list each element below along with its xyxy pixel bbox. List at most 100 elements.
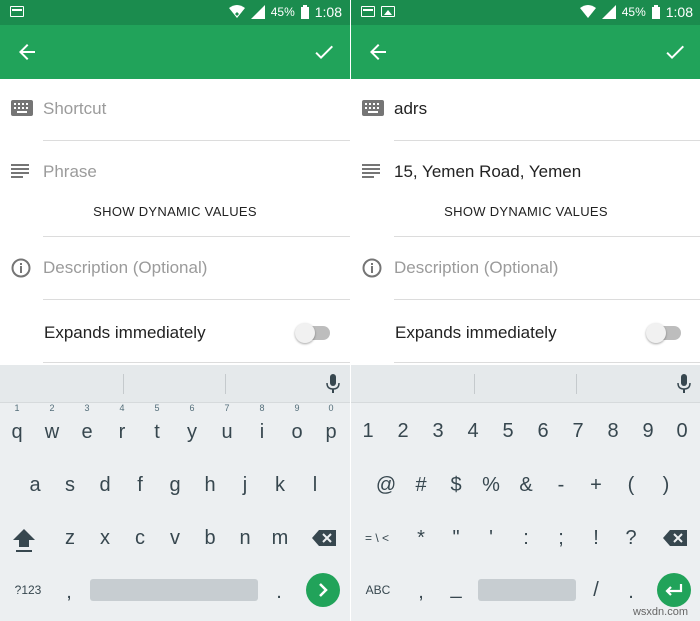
key-percent[interactable]: % <box>474 470 508 500</box>
key-p[interactable]: 0p <box>314 403 348 447</box>
spacebar[interactable] <box>478 579 576 601</box>
key-s[interactable]: s <box>53 470 87 500</box>
key-exclamation[interactable]: ! <box>579 523 613 553</box>
key-semicolon[interactable]: ; <box>544 523 578 553</box>
key-period[interactable]: . <box>262 577 296 607</box>
divider-row <box>0 236 350 237</box>
key-y[interactable]: 6y <box>175 403 209 447</box>
key-e[interactable]: 3e <box>70 403 104 447</box>
key-0[interactable]: 0 <box>665 416 699 446</box>
show-dynamic-values-button[interactable]: SHOW DYNAMIC VALUES <box>0 204 350 219</box>
key-comma[interactable]: , <box>404 577 438 607</box>
key-7[interactable]: 7 <box>561 416 595 446</box>
shortcut-field[interactable]: adrs <box>351 92 700 141</box>
key-comma[interactable]: , <box>52 577 86 607</box>
key-9[interactable]: 9 <box>631 416 665 446</box>
shortcut-field[interactable]: Shortcut <box>0 92 350 141</box>
key-f[interactable]: f <box>123 470 157 500</box>
key-8[interactable]: 8 <box>596 416 630 446</box>
toggle-thumb <box>646 323 666 343</box>
spacebar[interactable] <box>90 579 258 601</box>
keyboard: 1 2 3 4 5 6 7 8 9 0 @ # $ % & - + ( ) = … <box>351 365 700 621</box>
key-6[interactable]: 6 <box>526 416 560 446</box>
suggestion-separator <box>225 374 226 394</box>
key-x[interactable]: x <box>88 523 122 553</box>
expands-toggle[interactable] <box>646 323 681 343</box>
battery-percentage: 45% <box>270 5 295 19</box>
key-underscore[interactable]: _ <box>439 573 473 603</box>
key-3[interactable]: 3 <box>421 416 455 446</box>
key-h[interactable]: h <box>193 470 227 500</box>
shift-icon[interactable] <box>12 527 36 553</box>
key-close-paren[interactable]: ) <box>649 470 683 500</box>
divider <box>394 362 700 363</box>
key-ampersand[interactable]: & <box>509 470 543 500</box>
back-arrow-icon[interactable] <box>15 40 39 64</box>
alphabet-switch-key[interactable]: ABC <box>358 575 398 605</box>
key-k[interactable]: k <box>263 470 297 500</box>
key-open-paren[interactable]: ( <box>614 470 648 500</box>
back-arrow-icon[interactable] <box>366 40 390 64</box>
key-minus[interactable]: - <box>544 470 578 500</box>
backspace-icon[interactable] <box>663 530 687 546</box>
key-5[interactable]: 5 <box>491 416 525 446</box>
symbols-switch-key[interactable]: ?123 <box>8 575 48 605</box>
description-field[interactable]: Description (Optional) <box>0 252 350 300</box>
key-c[interactable]: c <box>123 523 157 553</box>
key-question[interactable]: ? <box>614 523 648 553</box>
key-b[interactable]: b <box>193 523 227 553</box>
show-dynamic-values-button[interactable]: SHOW DYNAMIC VALUES <box>351 204 700 219</box>
key-a[interactable]: a <box>18 470 52 500</box>
key-slash[interactable]: / <box>579 575 613 605</box>
key-l[interactable]: l <box>298 470 332 500</box>
key-at[interactable]: @ <box>369 470 403 500</box>
key-asterisk[interactable]: * <box>404 523 438 553</box>
key-n[interactable]: n <box>228 523 262 553</box>
key-z[interactable]: z <box>53 523 87 553</box>
save-check-icon[interactable] <box>663 40 687 64</box>
toolbar <box>351 25 700 79</box>
text-lines-icon <box>362 164 380 178</box>
more-symbols-key[interactable]: = \ < <box>357 523 397 553</box>
microphone-icon[interactable] <box>677 374 691 394</box>
enter-button[interactable] <box>657 573 691 607</box>
key-double-quote[interactable]: " <box>439 523 473 553</box>
divider <box>394 140 700 141</box>
backspace-icon[interactable] <box>312 530 336 546</box>
info-icon <box>11 258 31 278</box>
key-v[interactable]: v <box>158 523 192 553</box>
key-colon[interactable]: : <box>509 523 543 553</box>
key-period[interactable]: . <box>614 577 648 607</box>
key-i[interactable]: 8i <box>245 403 279 447</box>
suggestion-separator <box>576 374 577 394</box>
key-q[interactable]: 1q <box>0 403 34 447</box>
key-1[interactable]: 1 <box>351 416 385 446</box>
microphone-icon[interactable] <box>326 374 340 394</box>
text-lines-icon <box>11 164 29 178</box>
battery-icon <box>300 5 309 19</box>
key-plus[interactable]: + <box>579 470 613 500</box>
key-m[interactable]: m <box>263 523 297 553</box>
key-single-quote[interactable]: ' <box>474 523 508 553</box>
battery-percentage: 45% <box>621 5 646 19</box>
key-hash[interactable]: # <box>404 470 438 500</box>
key-t[interactable]: 5t <box>140 403 174 447</box>
key-o[interactable]: 9o <box>280 403 314 447</box>
key-2[interactable]: 2 <box>386 416 420 446</box>
key-dollar[interactable]: $ <box>439 470 473 500</box>
suggestion-separator <box>123 374 124 394</box>
next-button[interactable] <box>306 573 340 607</box>
key-w[interactable]: 2w <box>35 403 69 447</box>
key-r[interactable]: 4r <box>105 403 139 447</box>
key-g[interactable]: g <box>158 470 192 500</box>
key-u[interactable]: 7u <box>210 403 244 447</box>
description-field[interactable]: Description (Optional) <box>351 252 700 300</box>
key-j[interactable]: j <box>228 470 262 500</box>
watermark: wsxdn.com <box>632 606 688 618</box>
phrase-field[interactable]: Phrase <box>0 155 350 203</box>
expands-toggle[interactable] <box>295 323 330 343</box>
phrase-field[interactable]: 15, Yemen Road, Yemen <box>351 155 700 203</box>
key-4[interactable]: 4 <box>456 416 490 446</box>
save-check-icon[interactable] <box>312 40 336 64</box>
key-d[interactable]: d <box>88 470 122 500</box>
